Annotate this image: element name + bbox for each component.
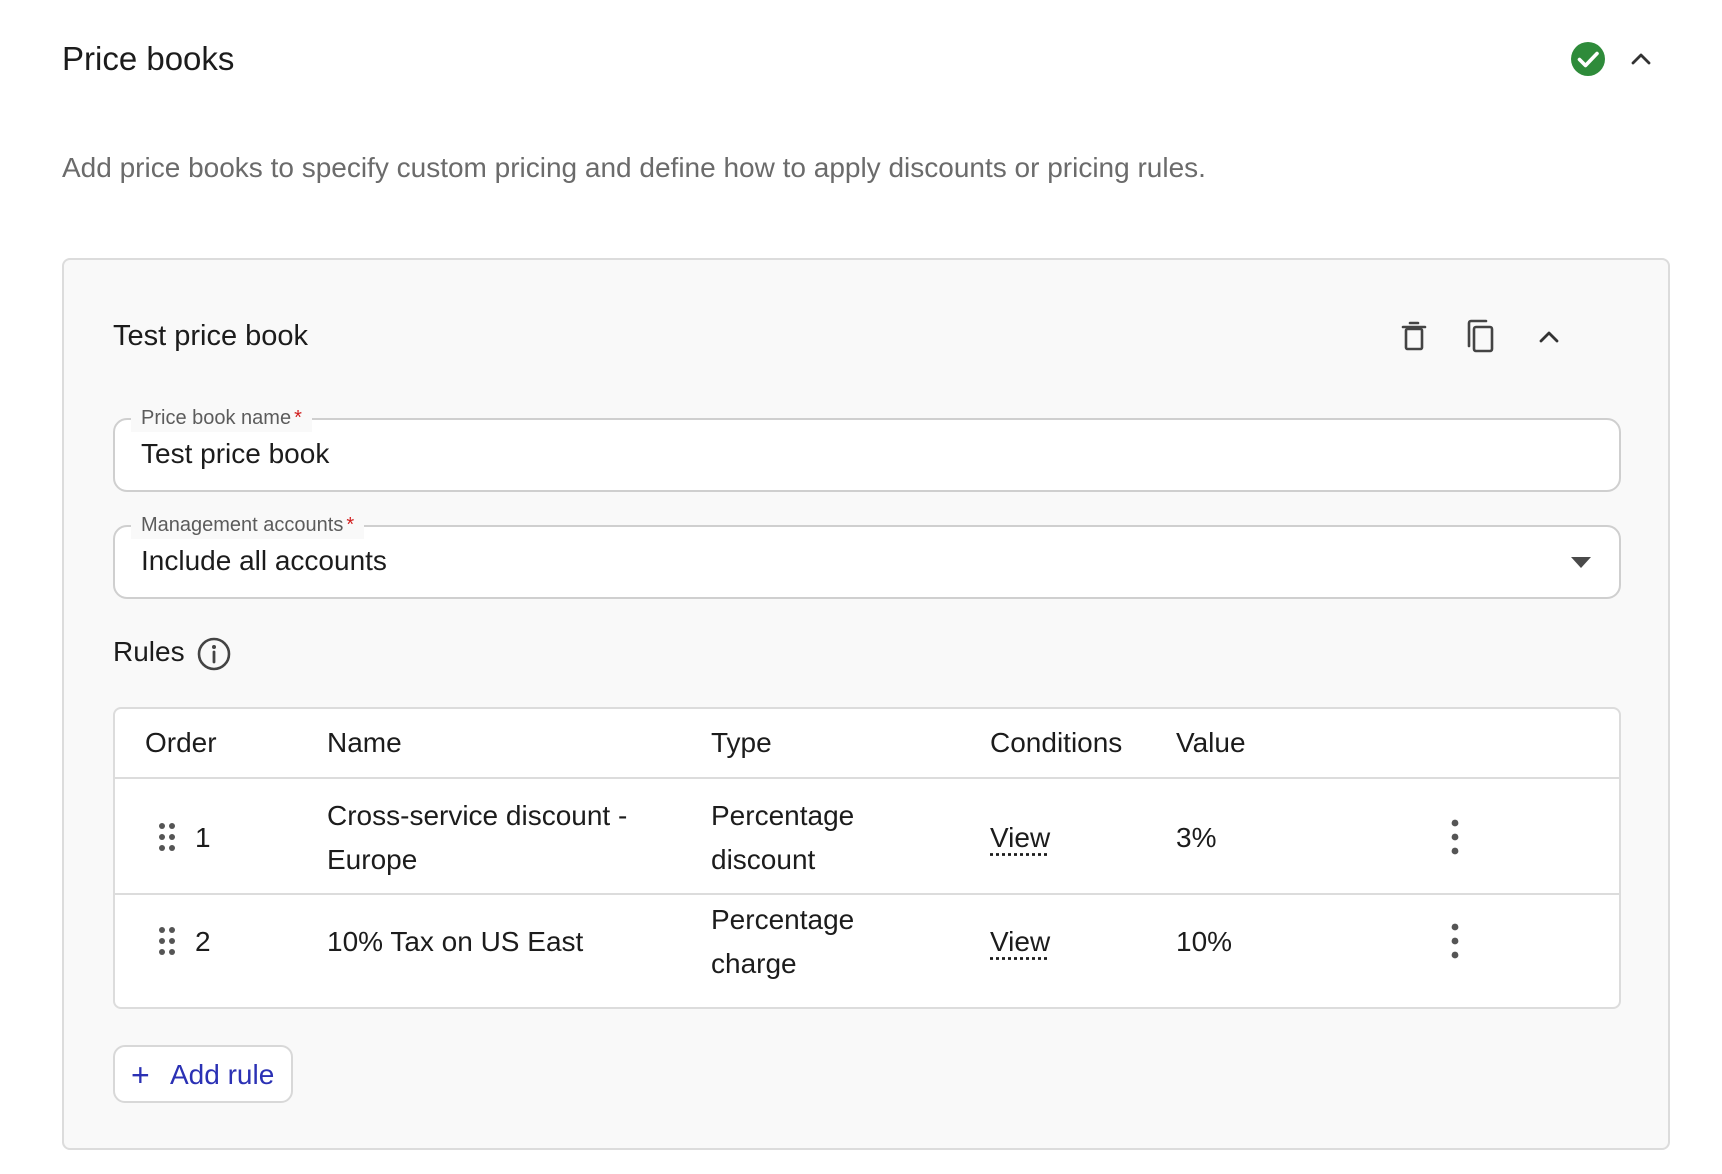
column-header-name: Name xyxy=(327,727,402,758)
rules-heading: Rules xyxy=(113,636,185,667)
more-vertical-icon[interactable] xyxy=(1445,921,1465,961)
trash-icon[interactable] xyxy=(1394,317,1434,357)
rule-type: Percentage discount xyxy=(711,800,855,875)
required-mark: * xyxy=(294,407,302,429)
column-header-value: Value xyxy=(1176,727,1246,758)
price-book-title: Test price book xyxy=(113,320,309,352)
add-rule-label: Add rule xyxy=(170,1059,275,1090)
column-header-type: Type xyxy=(711,727,772,758)
drag-handle-icon[interactable] xyxy=(157,925,177,957)
rule-order: 1 xyxy=(195,822,211,853)
check-circle-icon xyxy=(1571,42,1605,76)
more-vertical-icon[interactable] xyxy=(1445,817,1465,857)
table-header: Order Name Type Conditions Value xyxy=(115,709,1619,779)
column-header-conditions: Conditions xyxy=(990,727,1123,758)
rule-value: 3% xyxy=(1176,822,1217,853)
rule-name: Cross-service discount - Europe xyxy=(327,800,628,875)
section-title: Price books xyxy=(62,40,235,77)
chevron-up-icon[interactable] xyxy=(1624,42,1658,76)
rule-name: 10% Tax on US East xyxy=(327,926,584,957)
rule-type: Percentage charge xyxy=(711,904,855,979)
table-row: 2 10% Tax on US East Percentage charge V… xyxy=(115,885,1619,999)
management-accounts-label: Management accounts * xyxy=(131,511,365,539)
section-description: Add price books to specify custom pricin… xyxy=(62,152,1206,183)
required-mark: * xyxy=(346,514,355,536)
section-header: Price books xyxy=(62,36,1660,86)
price-book-name-value: Test price book xyxy=(141,438,330,469)
rule-value: 10% xyxy=(1176,926,1233,957)
rules-table: Order Name Type Conditions Value 1 Cross… xyxy=(113,707,1621,1009)
price-book-name-field[interactable]: Price book name * Test price book xyxy=(113,404,1621,492)
rule-order: 2 xyxy=(195,926,211,957)
price-book-card: Test price book Price book name * Test pr… xyxy=(62,258,1670,1150)
drag-handle-icon[interactable] xyxy=(157,821,177,853)
management-accounts-select[interactable]: Management accounts * Include all account… xyxy=(113,511,1621,599)
copy-icon[interactable] xyxy=(1461,317,1501,357)
add-rule-button[interactable]: + Add rule xyxy=(113,1045,293,1103)
plus-icon: + xyxy=(131,1057,150,1093)
caret-down-icon[interactable] xyxy=(1571,557,1591,568)
column-header-order: Order xyxy=(145,727,217,758)
view-conditions-link[interactable]: View xyxy=(990,920,1050,964)
price-book-name-label: Price book name * xyxy=(131,404,312,432)
view-conditions-link[interactable]: View xyxy=(990,816,1050,860)
info-icon[interactable] xyxy=(196,636,232,672)
management-accounts-value: Include all accounts xyxy=(141,545,387,576)
chevron-up-icon[interactable] xyxy=(1529,317,1569,357)
table-row: 1 Cross-service discount - Europe Percen… xyxy=(115,781,1619,895)
